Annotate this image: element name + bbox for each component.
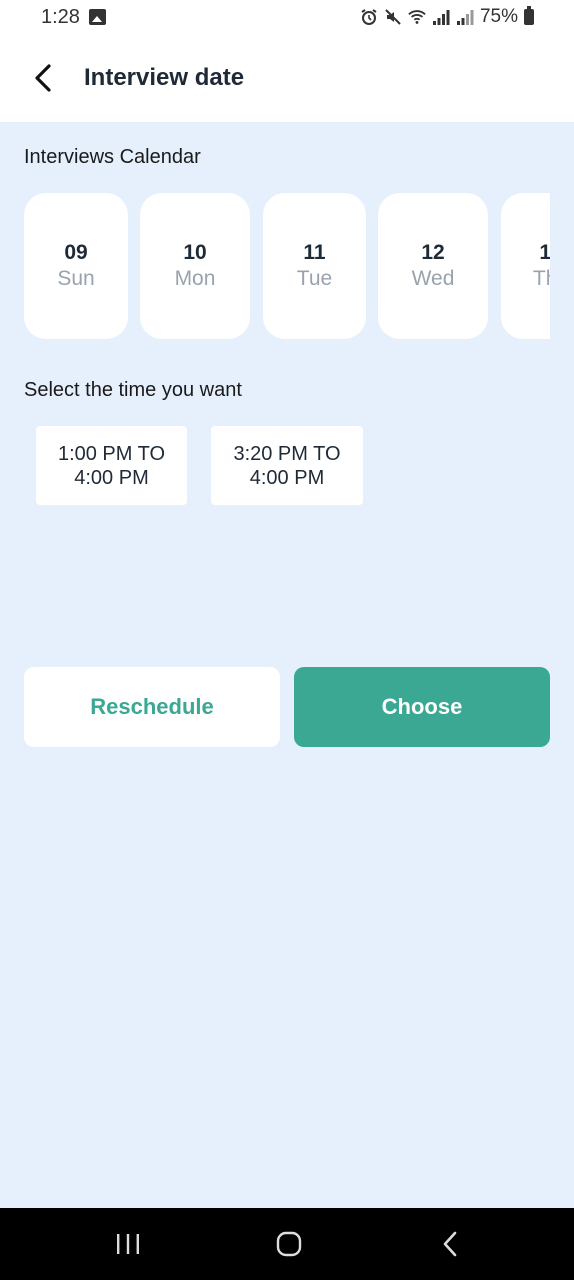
reschedule-button[interactable]: Reschedule bbox=[24, 667, 280, 747]
day-card-13[interactable]: 13 Thu bbox=[501, 193, 550, 339]
recent-apps-button[interactable] bbox=[98, 1226, 158, 1262]
home-icon bbox=[276, 1231, 302, 1257]
time-slot-2[interactable]: 3:20 PM TO 4:00 PM bbox=[211, 426, 363, 505]
arrow-back-icon bbox=[35, 64, 51, 92]
day-name: Wed bbox=[411, 267, 455, 290]
signal-icon bbox=[432, 10, 450, 25]
page-title: Interview date bbox=[84, 64, 245, 91]
status-bar: 1:28 75% bbox=[0, 0, 574, 36]
mute-icon bbox=[385, 9, 401, 25]
home-button[interactable] bbox=[259, 1226, 319, 1262]
signal-icon-2 bbox=[456, 10, 474, 25]
status-icons: 75% bbox=[360, 6, 534, 28]
day-number: 13 bbox=[539, 241, 550, 264]
time-slot-end: 4:00 PM bbox=[74, 466, 149, 489]
alarm-icon bbox=[361, 9, 377, 25]
calendar-label: Interviews Calendar bbox=[24, 146, 201, 168]
day-card-10[interactable]: 10 Mon bbox=[140, 193, 250, 339]
battery-icon bbox=[524, 6, 534, 25]
time-label: Select the time you want bbox=[24, 379, 242, 401]
app-bar: Interview date bbox=[0, 36, 574, 122]
day-name: Thu bbox=[532, 267, 550, 290]
calendar-strip[interactable]: 09 Sun 10 Mon 11 Tue 12 Wed 13 Thu bbox=[24, 193, 550, 339]
wifi-icon bbox=[408, 10, 426, 24]
day-name: Sun bbox=[57, 267, 95, 290]
day-number: 09 bbox=[64, 241, 88, 264]
day-card-09[interactable]: 09 Sun bbox=[24, 193, 128, 339]
day-number: 10 bbox=[183, 241, 207, 264]
day-name: Mon bbox=[174, 267, 216, 290]
system-nav-bar bbox=[0, 1208, 574, 1280]
day-card-11[interactable]: 11 Tue bbox=[263, 193, 366, 339]
day-number: 11 bbox=[303, 241, 326, 264]
battery-percent: 75% bbox=[479, 6, 518, 27]
day-card-12[interactable]: 12 Wed bbox=[378, 193, 488, 339]
status-time: 1:28 bbox=[41, 6, 80, 28]
back-nav-icon bbox=[443, 1231, 457, 1257]
day-name: Tue bbox=[296, 267, 333, 290]
back-nav-button[interactable] bbox=[420, 1226, 480, 1262]
back-button[interactable] bbox=[22, 56, 66, 100]
time-slot-start: 3:20 PM TO bbox=[233, 442, 341, 465]
image-icon bbox=[89, 9, 106, 25]
time-slot-end: 4:00 PM bbox=[249, 466, 325, 489]
time-slot-start: 1:00 PM TO bbox=[57, 442, 166, 465]
choose-button[interactable]: Choose bbox=[294, 667, 550, 747]
day-number: 12 bbox=[421, 241, 445, 264]
time-slot-1[interactable]: 1:00 PM TO 4:00 PM bbox=[36, 426, 187, 505]
recent-apps-icon bbox=[117, 1234, 139, 1254]
